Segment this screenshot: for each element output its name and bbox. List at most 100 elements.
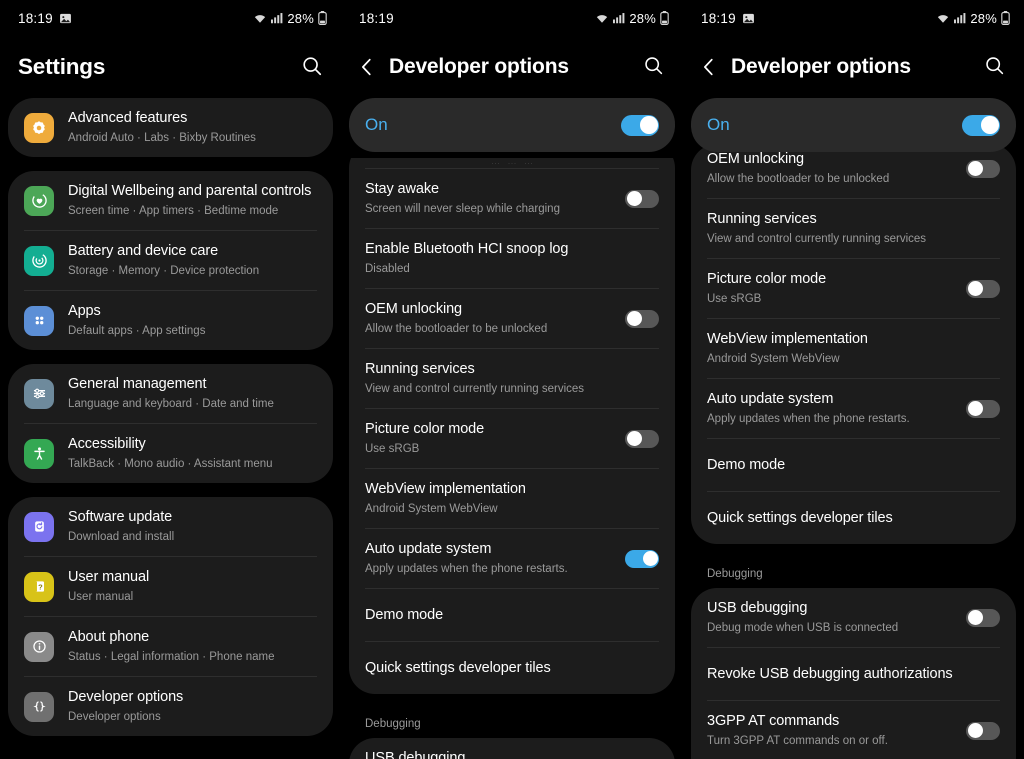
list-item-title: Demo mode: [365, 606, 444, 623]
image-icon: [59, 12, 72, 25]
settings-group-1: Advanced features Android Auto · Labs · …: [8, 98, 333, 157]
app-bar-developer-options: Developer options: [683, 36, 1024, 98]
list-item-text: 3GPP AT commands Turn 3GPP AT commands o…: [707, 712, 956, 749]
list-item-general-management[interactable]: General management Language and keyboard…: [8, 364, 333, 423]
list-item-developer-options[interactable]: Developer options Developer options: [8, 677, 333, 736]
list-item-3gpp-at-commands[interactable]: 3GPP AT commands Turn 3GPP AT commands o…: [691, 701, 1016, 759]
list-item-subtitle: Storage · Memory · Device protection: [68, 265, 260, 277]
list-item-usb-debugging[interactable]: USB debugging Debug mode when USB is con…: [349, 738, 675, 759]
search-icon[interactable]: [301, 55, 325, 79]
list-item-accessibility[interactable]: Accessibility TalkBack · Mono audio · As…: [8, 424, 333, 483]
auto-update-system-toggle[interactable]: [625, 549, 659, 568]
developer-options-list-card: Stay awake Screen will never sleep while…: [349, 168, 675, 694]
app-bar-developer-options: Developer options: [341, 36, 683, 98]
usb-debugging-toggle[interactable]: [966, 608, 1000, 627]
signal-icon: [271, 12, 283, 24]
developer-options-list-card: OEM unlocking Allow the bootloader to be…: [691, 144, 1016, 544]
list-item-oem-unlocking[interactable]: OEM unlocking Allow the bootloader to be…: [349, 289, 675, 348]
list-item-quick-settings-developer-tiles[interactable]: Quick settings developer tiles: [691, 492, 1016, 544]
list-item-title: Picture color mode: [707, 271, 827, 287]
list-item-software-update[interactable]: Software update Download and install: [8, 497, 333, 556]
master-toggle-switch[interactable]: [962, 114, 1000, 136]
clipped-row-top: ··· ··· ···: [349, 158, 675, 168]
list-item-webview-implementation[interactable]: WebView implementation Android System We…: [691, 319, 1016, 378]
panel-developer-options-a: 18:19 28% Developer options On ··· ··· ·…: [341, 0, 683, 759]
list-item-subtitle: TalkBack · Mono audio · Assistant menu: [68, 458, 273, 470]
list-item-demo-mode[interactable]: Demo mode: [349, 589, 675, 641]
developer-options-icon: [24, 691, 54, 722]
list-item-title: Auto update system: [365, 541, 492, 557]
list-item-subtitle: Default apps · App settings: [68, 325, 206, 337]
section-header-debugging: Debugging: [365, 718, 421, 730]
list-item-revoke-usb-debugging-authorizations[interactable]: Revoke USB debugging authorizations: [691, 648, 1016, 700]
list-item-bluetooth-hci-snoop-log[interactable]: Enable Bluetooth HCI snoop log Disabled: [349, 229, 675, 288]
list-item-quick-settings-developer-tiles[interactable]: Quick settings developer tiles: [349, 642, 675, 694]
chevron-left-icon[interactable]: [359, 55, 381, 79]
battery-care-icon: [24, 245, 54, 276]
search-icon[interactable]: [984, 55, 1008, 79]
list-item-text: WebView implementation Android System We…: [707, 330, 1000, 367]
list-item-auto-update-system[interactable]: Auto update system Apply updates when th…: [691, 379, 1016, 438]
list-item-subtitle: Allow the bootloader to be unlocked: [365, 323, 548, 335]
list-item-subtitle: Use sRGB: [707, 293, 762, 305]
list-item-digital-wellbeing[interactable]: Digital Wellbeing and parental controls …: [8, 171, 333, 230]
developer-options-master-card[interactable]: On: [349, 98, 675, 152]
list-item-subtitle: Screen time · App timers · Bedtime mode: [68, 205, 279, 217]
list-item-auto-update-system[interactable]: Auto update system Apply updates when th…: [349, 529, 675, 588]
list-item-title: Quick settings developer tiles: [365, 659, 551, 676]
list-item-title: Running services: [365, 361, 475, 377]
list-item-picture-color-mode[interactable]: Picture color mode Use sRGB: [691, 259, 1016, 318]
status-bar-left: 18:19: [701, 11, 755, 26]
list-item-running-services[interactable]: Running services View and control curren…: [349, 349, 675, 408]
list-item-advanced-features[interactable]: Advanced features Android Auto · Labs · …: [8, 98, 333, 157]
developer-options-master-card[interactable]: On: [691, 98, 1016, 152]
debugging-card: USB debugging Debug mode when USB is con…: [349, 738, 675, 759]
status-time: 18:19: [18, 10, 53, 26]
list-item-battery-device-care[interactable]: Battery and device care Storage · Memory…: [8, 231, 333, 290]
list-item-subtitle: Status · Legal information · Phone name: [68, 651, 275, 663]
list-item-title: OEM unlocking: [365, 301, 463, 317]
chevron-left-icon[interactable]: [701, 55, 723, 79]
list-item-user-manual[interactable]: ? User manual User manual: [8, 557, 333, 616]
search-icon[interactable]: [643, 55, 667, 79]
oem-unlocking-toggle[interactable]: [625, 309, 659, 328]
oem-unlocking-toggle[interactable]: [966, 159, 1000, 178]
master-toggle-switch[interactable]: [621, 114, 659, 136]
list-item-running-services[interactable]: Running services View and control curren…: [691, 199, 1016, 258]
list-item-oem-unlocking[interactable]: OEM unlocking Allow the bootloader to be…: [691, 144, 1016, 198]
status-bar-panel3: 18:19 28%: [683, 0, 1024, 36]
picture-color-mode-toggle[interactable]: [625, 429, 659, 448]
list-item-title: Revoke USB debugging authorizations: [707, 665, 953, 682]
list-item-apps[interactable]: Apps Default apps · App settings: [8, 291, 333, 350]
list-item-text: General management Language and keyboard…: [68, 375, 317, 412]
master-toggle-label: On: [707, 115, 730, 134]
status-bar-left: 18:19: [18, 11, 72, 26]
auto-update-system-toggle[interactable]: [966, 399, 1000, 418]
list-item-title: Accessibility: [68, 436, 146, 452]
list-item-subtitle: Use sRGB: [365, 443, 420, 455]
list-item-stay-awake[interactable]: Stay awake Screen will never sleep while…: [349, 169, 675, 228]
list-item-about-phone[interactable]: About phone Status · Legal information ·…: [8, 617, 333, 676]
list-item-title: Developer options: [68, 689, 184, 705]
list-item-picture-color-mode[interactable]: Picture color mode Use sRGB: [349, 409, 675, 468]
clipped-row-text: ··· ··· ···: [491, 159, 533, 167]
list-item-usb-debugging[interactable]: USB debugging Debug mode when USB is con…: [691, 588, 1016, 647]
list-item-subtitle: Apply updates when the phone restarts.: [365, 563, 568, 575]
list-item-webview-implementation[interactable]: WebView implementation Android System We…: [349, 469, 675, 528]
list-item-title: Apps: [68, 303, 101, 319]
picture-color-mode-toggle[interactable]: [966, 279, 1000, 298]
list-item-title: 3GPP AT commands: [707, 713, 840, 729]
list-item-title: Enable Bluetooth HCI snoop log: [365, 241, 569, 257]
3gpp-at-commands-toggle[interactable]: [966, 721, 1000, 740]
list-item-text: Quick settings developer tiles: [707, 509, 1000, 528]
list-item-title: OEM unlocking: [707, 151, 805, 167]
list-item-text: OEM unlocking Allow the bootloader to be…: [365, 300, 615, 337]
stay-awake-toggle[interactable]: [625, 189, 659, 208]
list-item-text: Stay awake Screen will never sleep while…: [365, 180, 615, 217]
signal-icon: [954, 12, 966, 24]
list-item-title: Quick settings developer tiles: [707, 509, 893, 526]
list-item-subtitle: Apply updates when the phone restarts.: [707, 413, 910, 425]
list-item-demo-mode[interactable]: Demo mode: [691, 439, 1016, 491]
list-item-subtitle: Android Auto · Labs · Bixby Routines: [68, 132, 256, 144]
list-item-subtitle: Android System WebView: [365, 503, 498, 515]
